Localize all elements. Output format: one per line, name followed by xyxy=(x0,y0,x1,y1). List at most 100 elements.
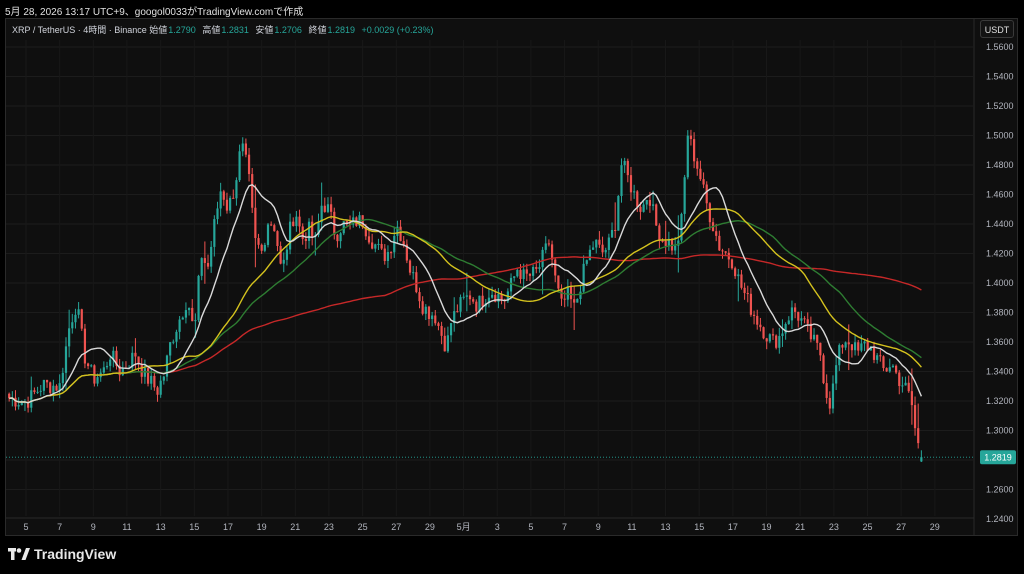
candle-body xyxy=(626,160,629,176)
candle-body xyxy=(184,310,188,318)
candle-body xyxy=(547,243,551,245)
candle-body xyxy=(156,387,159,395)
candle-body xyxy=(462,296,465,298)
candle-body xyxy=(819,342,822,356)
candle-body xyxy=(573,299,576,303)
y-tick-label: 1.4000 xyxy=(986,278,1014,288)
candle-body xyxy=(86,363,90,367)
x-tick-label: 7 xyxy=(562,522,567,532)
candle-body xyxy=(787,320,790,324)
candle-body xyxy=(907,382,910,392)
candle-body xyxy=(36,391,39,393)
candle-body xyxy=(374,244,377,249)
candle-body xyxy=(140,364,143,377)
candle-body xyxy=(699,168,702,180)
y-tick-label: 1.5600 xyxy=(986,42,1014,52)
candle-body xyxy=(803,318,806,320)
x-tick-label: 21 xyxy=(290,522,300,532)
candle-body xyxy=(187,307,191,311)
candle-body xyxy=(42,379,45,391)
candle-body xyxy=(806,319,809,324)
candle-body xyxy=(437,323,440,326)
candle-body xyxy=(339,233,342,242)
candle-body xyxy=(715,231,718,236)
candle-body xyxy=(513,276,516,278)
close-label: 終値 xyxy=(308,25,327,35)
y-tick-label: 1.4600 xyxy=(986,190,1014,200)
candle-body xyxy=(45,379,49,383)
currency-button[interactable]: USDT xyxy=(980,20,1014,38)
candle-body xyxy=(563,298,566,300)
y-tick-label: 1.5400 xyxy=(986,72,1014,82)
x-tick-label: 5 xyxy=(528,522,533,532)
y-tick-label: 1.5000 xyxy=(986,131,1014,141)
candle-body xyxy=(102,367,105,373)
candle-body xyxy=(762,327,765,339)
candle-body xyxy=(134,352,137,357)
candle-body xyxy=(389,252,393,254)
candle-body xyxy=(617,195,620,231)
candle-body xyxy=(200,258,203,276)
candle-body xyxy=(756,315,759,325)
candle-body xyxy=(380,243,383,249)
price-chart[interactable]: 1.5600 1.5400 1.5200 1.5000 1.4800 1.4600 1.44… xyxy=(0,0,1024,574)
symbol-label: XRP / TetherUS · 4時間 · Binance xyxy=(12,25,147,35)
candle-body xyxy=(90,365,93,367)
candle-body xyxy=(490,294,494,298)
candle-body xyxy=(386,252,390,261)
candle-body xyxy=(623,160,626,166)
candle-body xyxy=(311,221,314,237)
candle-body xyxy=(838,345,841,366)
candle-body xyxy=(648,199,652,206)
candle-body xyxy=(686,135,689,178)
x-tick-label: 15 xyxy=(189,522,199,532)
candle-body xyxy=(885,368,888,372)
candle-body xyxy=(191,307,194,322)
candle-body xyxy=(598,239,601,245)
candle-body xyxy=(794,307,797,312)
candle-body xyxy=(30,390,33,408)
tradingview-logo[interactable]: TradingView xyxy=(8,546,116,562)
x-tick-label: 5 xyxy=(23,522,28,532)
candle-body xyxy=(655,204,658,226)
candle-body xyxy=(105,365,109,368)
candle-body xyxy=(472,299,475,302)
candle-body xyxy=(298,216,301,227)
candle-body xyxy=(768,334,771,342)
candle-body xyxy=(746,293,749,295)
candle-body xyxy=(169,342,172,356)
candle-body xyxy=(554,259,557,276)
x-tick-label: 7 xyxy=(57,522,62,532)
candle-body xyxy=(285,249,289,260)
candle-body xyxy=(229,197,232,211)
candle-body xyxy=(708,203,711,223)
x-tick-label: 19 xyxy=(762,522,772,532)
candle-body xyxy=(576,298,579,303)
candle-body xyxy=(247,154,251,175)
candle-body xyxy=(771,334,775,336)
candle-body xyxy=(822,355,825,384)
candle-body xyxy=(876,355,879,360)
x-tick-label: 13 xyxy=(661,522,671,532)
candle-body xyxy=(197,275,200,321)
candle-body xyxy=(538,267,541,269)
candle-body xyxy=(446,335,450,352)
candle-body xyxy=(203,258,206,263)
candle-body xyxy=(251,174,254,208)
candle-body xyxy=(781,333,784,337)
candle-body xyxy=(752,314,756,316)
candle-body xyxy=(219,191,222,209)
brand-name: TradingView xyxy=(34,546,117,562)
candle-body xyxy=(52,385,55,393)
candle-body xyxy=(765,338,768,342)
y-tick-label: 1.4800 xyxy=(986,160,1014,170)
x-tick-label: 15 xyxy=(694,522,704,532)
tradingview-logo-icon xyxy=(8,548,30,560)
candle-body xyxy=(326,204,330,212)
candle-body xyxy=(440,325,443,336)
candle-body xyxy=(254,207,257,239)
candle-body xyxy=(377,243,380,245)
candle-body xyxy=(857,342,860,351)
candle-body xyxy=(295,216,298,227)
y-tick-label: 1.3600 xyxy=(986,337,1014,347)
